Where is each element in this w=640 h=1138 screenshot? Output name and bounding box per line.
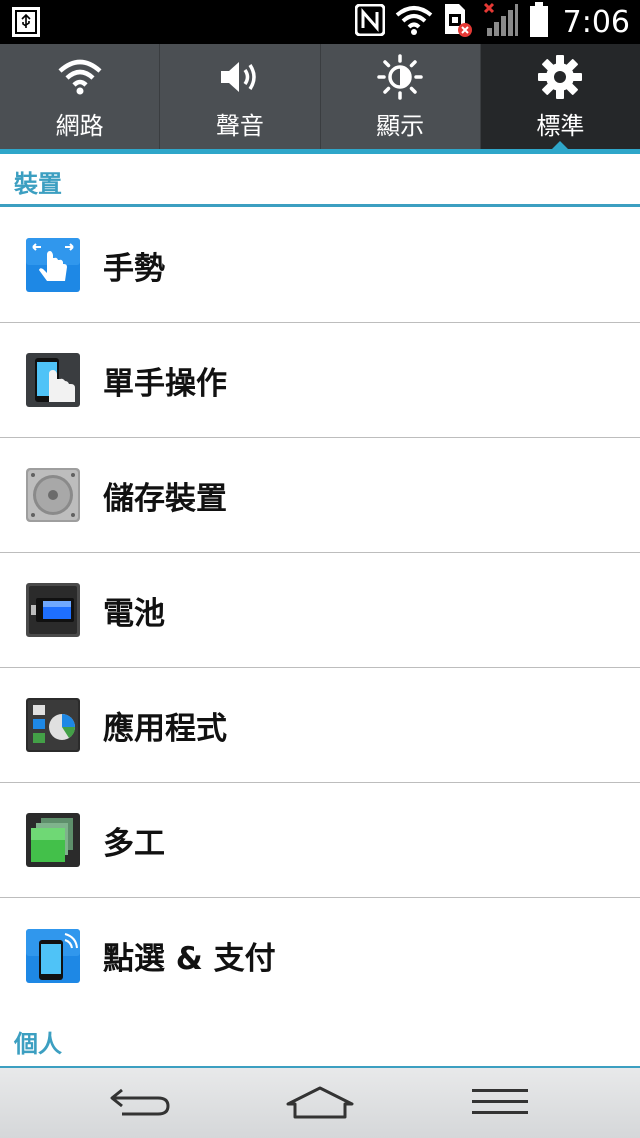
sim-error-icon (443, 2, 473, 42)
list-item-label: 手勢 (103, 250, 165, 287)
wifi-icon (56, 54, 104, 100)
tab-label: 聲音 (215, 112, 264, 140)
settings-tabs: 網路 聲音 顯示 標準 (0, 44, 640, 151)
tab-label: 標準 (536, 112, 585, 140)
speaker-icon (216, 54, 264, 100)
list-item-label: 多工 (103, 825, 165, 862)
list-item-label: 單手操作 (103, 365, 227, 402)
tab-label: 網路 (55, 112, 104, 140)
menu-button[interactable] (460, 1082, 540, 1126)
tabs-underline (0, 149, 640, 154)
home-icon (285, 1084, 355, 1124)
apps-icon (25, 697, 81, 753)
list-item-label: 電池 (103, 595, 165, 632)
nfc-icon (354, 3, 386, 40)
tab-display[interactable]: 顯示 (321, 44, 481, 150)
tab-general[interactable]: 標準 (480, 44, 640, 151)
section-divider (0, 204, 640, 207)
list-item-tap-pay[interactable]: 點選 & 支付 (0, 898, 640, 1013)
section-header-personal: 個人 (14, 1029, 62, 1058)
list-item-multitask[interactable]: 多工 (0, 783, 640, 898)
battery-icon (529, 2, 549, 42)
no-signal-icon (483, 2, 519, 42)
navigation-bar (0, 1066, 640, 1138)
list-item-storage[interactable]: 儲存裝置 (0, 438, 640, 553)
list-item-one-hand[interactable]: 單手操作 (0, 323, 640, 438)
tap-pay-icon (25, 928, 81, 984)
tab-label: 顯示 (376, 112, 425, 140)
status-bar: 7:06 (0, 0, 640, 44)
clock: 7:06 (562, 4, 630, 40)
wifi-icon (395, 5, 433, 39)
tab-network[interactable]: 網路 (0, 44, 161, 150)
list-item-label: 儲存裝置 (103, 480, 227, 517)
list-item-label: 應用程式 (103, 710, 227, 747)
back-icon (108, 1084, 172, 1124)
storage-icon (25, 467, 81, 523)
list-item-apps[interactable]: 應用程式 (0, 668, 640, 783)
section-header-device: 裝置 (14, 169, 62, 198)
battery-app-icon (25, 582, 81, 638)
gear-icon (536, 54, 584, 100)
list-item-gestures[interactable]: 手勢 (0, 208, 640, 323)
back-button[interactable] (100, 1082, 180, 1126)
tab-sound[interactable]: 聲音 (160, 44, 321, 150)
menu-icon (470, 1086, 530, 1122)
multitask-icon (25, 812, 81, 868)
brightness-icon (376, 54, 424, 100)
home-button[interactable] (280, 1082, 360, 1126)
list-item-battery[interactable]: 電池 (0, 553, 640, 668)
gesture-icon (25, 237, 81, 293)
usb-icon (12, 7, 40, 37)
list-item-label: 點選 & 支付 (103, 941, 276, 977)
one-hand-icon (25, 352, 81, 408)
settings-list: 手勢 單手操作 儲存裝置 電池 應用程式 多工 點選 & 支付 (0, 208, 640, 1013)
